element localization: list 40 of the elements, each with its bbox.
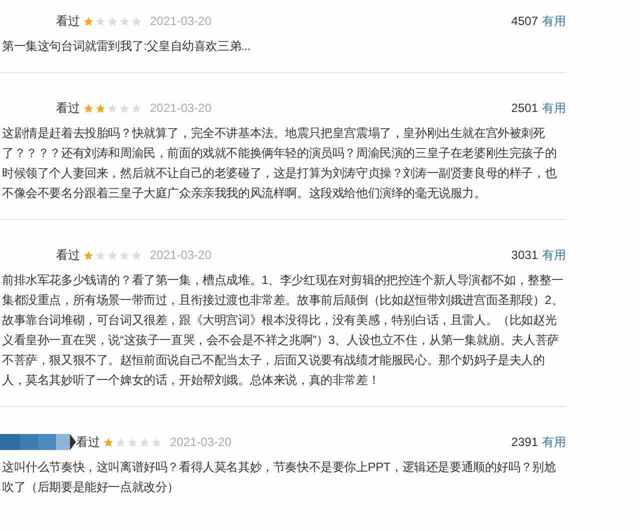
review-date: 2021-03-20 — [150, 247, 212, 264]
star-icon — [119, 102, 130, 114]
star-icon — [119, 250, 130, 260]
helpful-link[interactable]: 有用 — [542, 99, 566, 117]
star-icon — [95, 250, 106, 260]
star-icon — [83, 102, 94, 114]
star-icon — [83, 16, 94, 26]
vote-count: 4507 — [511, 13, 538, 30]
star-icon — [95, 16, 106, 26]
star-icon — [115, 436, 126, 448]
star-icon — [131, 102, 142, 114]
vote-count: 2391 — [511, 434, 538, 451]
watch-status: 看过 — [56, 13, 80, 30]
review-text: 第一集这句台词就雷到我了:父皇自幼喜欢三弟... — [1, 38, 252, 55]
star-icon — [139, 436, 150, 448]
review-date: 2021-03-20 — [150, 100, 212, 117]
star-icon — [151, 436, 162, 448]
helpful-link[interactable]: 有用 — [542, 246, 566, 264]
watch-status: 看过 — [76, 434, 100, 451]
star-icon — [131, 250, 142, 260]
review-date: 2021-03-20 — [150, 13, 212, 30]
review-date: 2021-03-20 — [170, 434, 232, 451]
star-icon — [131, 16, 142, 26]
vote-count: 2501 — [511, 100, 538, 117]
star-icon — [103, 436, 114, 448]
watch-status: 看过 — [56, 247, 80, 264]
star-icon — [107, 102, 118, 114]
helpful-link[interactable]: 有用 — [542, 12, 566, 30]
review-text: 前排水军花多少钱请的？看了第一集，槽点成堆。1、李少红现在对剪辑的把控连个新人导演都不如，整整一集都没重点，所有场景一带而过，且衔接过渡也非常差。故事前后颠倒（比如赵恒带刘娥进宫面圣那段）2、故事靠台词堆砌，可台词又很差，跟《大明宫词》根本没得比，没有美感，特别白话，且雷人。（比如赵光义看皇孙一直在哭，说“这孩子一直哭，会不会是不祥之兆啊”）3、人设也立不住，从第一集就崩。夫人菩萨不菩萨，狠又狠不了。赵恒前面说自己不配当太子，后面又说要有战绩才能服民心。那个奶妈子是夫人的人，莫名其妙听了一个婢女的话，开始帮刘娥。总体来说，真的非常差！ — [1, 272, 564, 389]
star-icon — [107, 250, 118, 260]
review-text: 这剧情是赶着去投胎吗？快就算了，完全不讲基本法。地震只把皇宫震塌了，皇孙刚出生就在宫外被刺死了？？？？还有刘涛和周渝民，前面的戏就不能换俩年轻的演员吗？周渝民演的三皇子在老婆刚生完孩子的时候领了个人妻回来，然后就不让自己的老婆碰了，这是打算为刘涛守贞操？刘涛一副贤妻良母的样子，也不像会不要名分跟着三皇子大庭广众亲亲我我的风流样啊。这段戏给他们演绎的毫无说服力。 — [1, 125, 558, 202]
star-icon — [83, 250, 94, 260]
watch-status: 看过 — [56, 100, 80, 117]
vote-count: 3031 — [511, 247, 538, 264]
star-icon — [119, 16, 130, 26]
review-text: 这叫什么节奏快，这叫离谱好吗？看得人莫名其妙，节奏快不是要你上PPT，逻辑还是要通顺的好吗？别尬吹了（后期要是能好一点就改分） — [1, 459, 557, 496]
star-icon — [95, 102, 106, 114]
helpful-link[interactable]: 有用 — [542, 433, 566, 451]
star-icon — [127, 436, 138, 448]
star-icon — [107, 16, 118, 26]
